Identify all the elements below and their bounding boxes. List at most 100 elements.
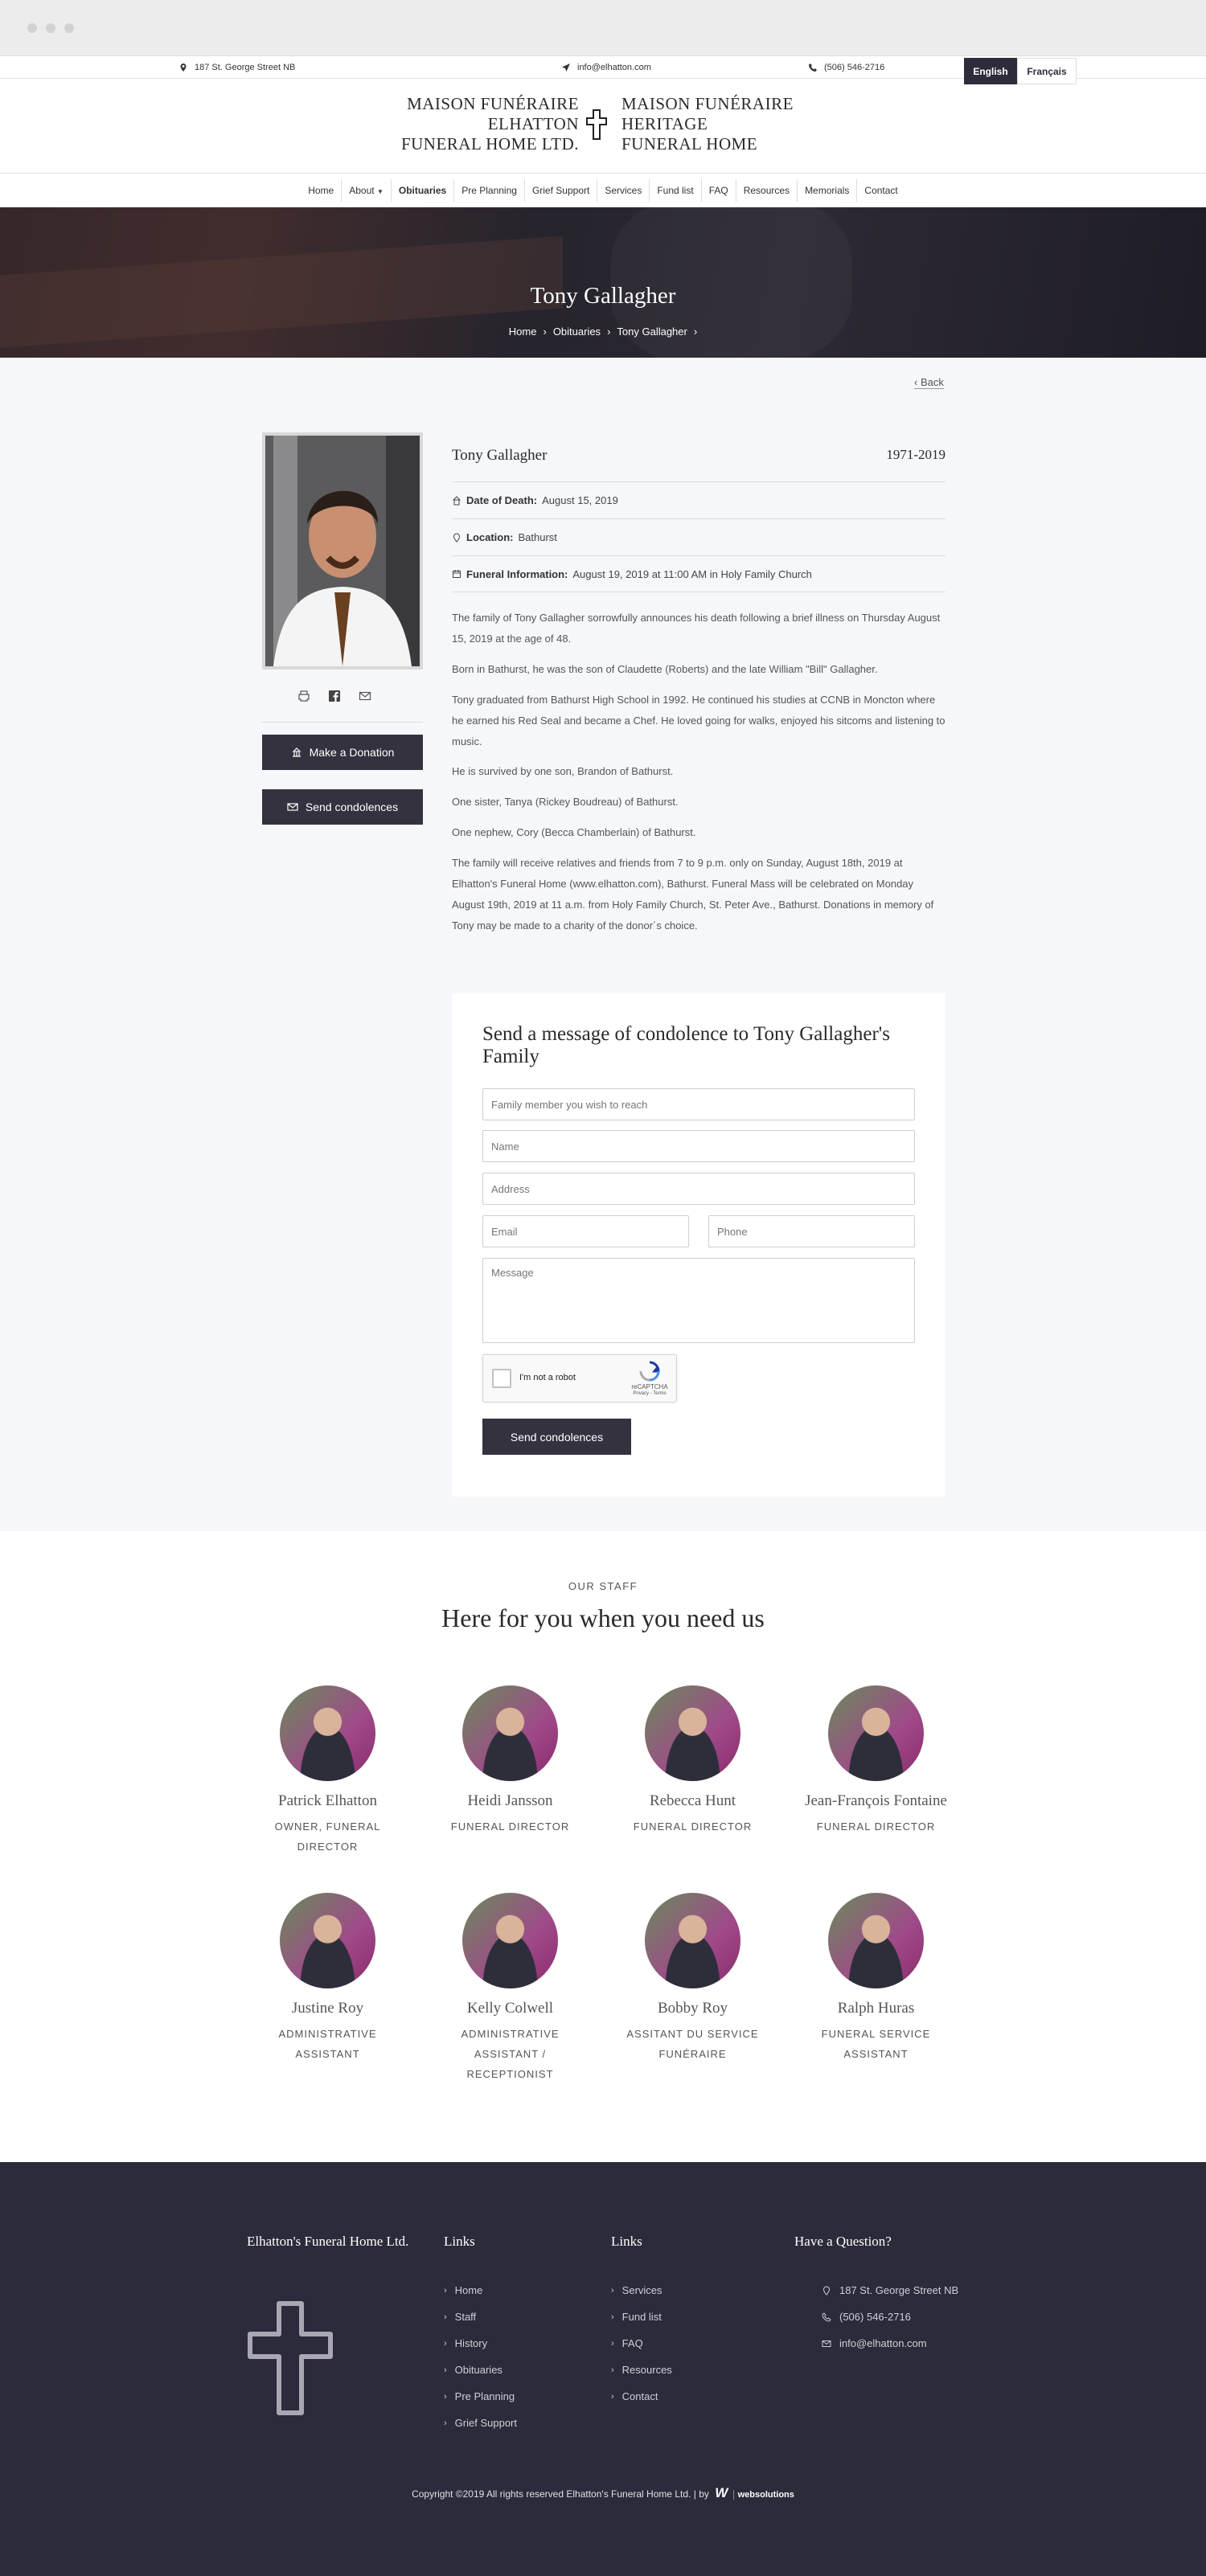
topbar-email-text: info@elhatton.com xyxy=(577,63,651,72)
footer-link-home[interactable]: › Home xyxy=(444,2277,517,2304)
staff-card[interactable]: Heidi Jansson FUNERAL DIRECTOR xyxy=(419,1685,601,1837)
name-input[interactable] xyxy=(482,1130,915,1162)
email-input[interactable] xyxy=(482,1215,689,1247)
staff-card[interactable]: Rebecca Hunt FUNERAL DIRECTOR xyxy=(601,1685,784,1837)
staff-card[interactable]: Jean-François Fontaine FUNERAL DIRECTOR xyxy=(785,1685,967,1837)
staff-role-line: FUNÉRAIRE xyxy=(658,2048,727,2060)
nav-faq[interactable]: FAQ xyxy=(700,178,736,202)
nav-about[interactable]: About ▼ xyxy=(341,178,391,202)
breadcrumb-home[interactable]: Home xyxy=(509,326,537,338)
footer-link-faq[interactable]: › FAQ xyxy=(611,2330,672,2357)
obituary-photo xyxy=(262,432,423,670)
funeral-info-label: Funeral Information: xyxy=(466,567,568,580)
nav-fund-list[interactable]: Fund list xyxy=(649,178,700,202)
staff-card[interactable]: Ralph Huras FUNERAL SERVICE ASSISTANT xyxy=(785,1893,967,2064)
logo-line: MAISON FUNÉRAIRE xyxy=(621,94,794,113)
footer-link-label: Fund list xyxy=(621,2311,662,2323)
staff-role-line: DIRECTOR xyxy=(297,1841,359,1853)
recaptcha-links[interactable]: Privacy - Terms xyxy=(628,1391,671,1396)
print-icon[interactable] xyxy=(297,690,310,702)
staff-role: FUNERAL SERVICE ASSISTANT xyxy=(785,2024,967,2064)
staff-role-line: ADMINISTRATIVE xyxy=(278,2028,377,2040)
staff-card[interactable]: Kelly Colwell ADMINISTRATIVE ASSISTANT / RE… xyxy=(419,1893,601,2084)
chevron-right-icon: › xyxy=(693,326,698,338)
footer-email[interactable]: info@elhatton.com xyxy=(822,2330,958,2357)
phone-input[interactable] xyxy=(708,1215,915,1247)
send-condolences-sidebar-button[interactable]: Send condolences xyxy=(262,789,423,825)
chevron-right-icon: › xyxy=(444,2418,447,2428)
condolence-form-title: Send a message of condolence to Tony Gal… xyxy=(482,1023,891,1067)
staff-card[interactable]: Justine Roy ADMINISTRATIVE ASSISTANT xyxy=(236,1893,419,2064)
footer-link-label: Pre Planning xyxy=(454,2390,515,2402)
staff-role-line: ASSITANT DU SERVICE xyxy=(626,2028,759,2040)
staff-avatar xyxy=(462,1893,558,1988)
staff-avatar xyxy=(828,1685,924,1781)
location-value: Bathurst xyxy=(518,531,557,543)
facebook-icon[interactable] xyxy=(328,690,341,702)
chevron-right-icon: › xyxy=(611,2391,614,2402)
footer-phone-text: (506) 546-2716 xyxy=(839,2311,911,2323)
logo-line: FUNERAL HOME xyxy=(621,134,758,154)
staff-name: Kelly Colwell xyxy=(466,2000,554,2017)
footer-link-obituaries[interactable]: › Obituaries xyxy=(444,2357,517,2383)
map-marker-icon xyxy=(822,2285,831,2295)
window-dot xyxy=(46,23,55,33)
envelope-icon xyxy=(287,803,298,811)
topbar-email[interactable]: info@elhatton.com xyxy=(561,56,651,79)
credit-text[interactable]: websolutions xyxy=(732,2490,794,2500)
staff-card[interactable]: Bobby Roy ASSITANT DU SERVICE FUNÉRAIRE xyxy=(601,1893,784,2064)
footer-link-fund-list[interactable]: › Fund list xyxy=(611,2304,672,2330)
envelope-icon[interactable] xyxy=(359,690,371,702)
footer-link-services[interactable]: › Services xyxy=(611,2277,672,2304)
nav-resources[interactable]: Resources xyxy=(735,178,797,202)
nav-contact[interactable]: Contact xyxy=(856,178,904,202)
footer-link-contact[interactable]: › Contact xyxy=(611,2383,672,2410)
recaptcha-checkbox[interactable] xyxy=(492,1369,511,1388)
footer-link-pre-planning[interactable]: › Pre Planning xyxy=(444,2383,517,2410)
recaptcha-brand: reCAPTCHA xyxy=(631,1383,668,1390)
caret-down-icon: ▼ xyxy=(376,187,384,195)
topbar-phone[interactable]: (506) 546-2716 xyxy=(808,56,884,79)
websolutions-logo-icon[interactable]: W xyxy=(715,2485,728,2500)
staff-card[interactable]: Patrick Elhatton OWNER, FUNERAL DIRECTOR xyxy=(236,1685,419,1857)
nav-home[interactable]: Home xyxy=(301,179,341,202)
breadcrumb: Home › Obituaries › Tony Gallagher › xyxy=(0,326,1206,338)
nav-obituaries[interactable]: Obituaries xyxy=(390,178,453,202)
breadcrumb-obituaries[interactable]: Obituaries xyxy=(553,326,601,338)
address-input[interactable] xyxy=(482,1173,915,1205)
nav-memorials[interactable]: Memorials xyxy=(797,178,856,202)
footer-link-staff[interactable]: › Staff xyxy=(444,2304,517,2330)
staff-role-line: FUNERAL DIRECTOR xyxy=(450,1820,570,1833)
footer-cross-icon xyxy=(248,2301,333,2415)
footer-link-grief-support[interactable]: › Grief Support xyxy=(444,2410,517,2436)
send-condolences-button[interactable]: Send condolences xyxy=(482,1419,631,1455)
logo-line: MAISON FUNÉRAIRE xyxy=(407,94,579,113)
footer-question-title: Have a Question? xyxy=(794,2234,892,2249)
chevron-right-icon: › xyxy=(444,2365,447,2375)
staff-role-line: RECEPTIONIST xyxy=(466,2068,554,2080)
footer-phone[interactable]: (506) 546-2716 xyxy=(822,2304,958,2330)
footer-link-history[interactable]: › History xyxy=(444,2330,517,2357)
recaptcha-logo-icon xyxy=(639,1361,660,1382)
nav-grief-support[interactable]: Grief Support xyxy=(523,178,597,202)
make-donation-button[interactable]: Make a Donation xyxy=(262,735,423,770)
date-of-death-row: Date of Death: August 15, 2019 xyxy=(452,481,946,518)
nav-services[interactable]: Services xyxy=(597,178,649,202)
staff-avatar xyxy=(462,1685,558,1781)
back-link[interactable]: ‹ Back xyxy=(914,376,944,389)
nav-pre-planning[interactable]: Pre Planning xyxy=(453,178,524,202)
footer-link-label: Services xyxy=(621,2284,662,2296)
footer-address-text: 187 St. George Street NB xyxy=(839,2284,959,2296)
funeral-info-value: August 19, 2019 at 11:00 AM in Holy Fami… xyxy=(572,567,812,580)
staff-role: ASSITANT DU SERVICE FUNÉRAIRE xyxy=(601,2024,784,2064)
staff-avatar xyxy=(645,1685,740,1781)
family-member-input[interactable] xyxy=(482,1088,915,1120)
send-condolences-label: Send condolences xyxy=(305,801,399,813)
obituary-paragraph: One sister, Tanya (Rickey Boudreau) of B… xyxy=(452,796,679,808)
message-textarea[interactable] xyxy=(482,1258,915,1343)
footer-link-label: Contact xyxy=(621,2390,658,2402)
map-marker-icon xyxy=(180,63,187,72)
site-header-logo[interactable]: MAISON FUNÉRAIRE ELHATTON FUNERAL HOME L… xyxy=(0,79,1206,174)
paper-plane-icon xyxy=(562,63,570,72)
footer-link-resources[interactable]: › Resources xyxy=(611,2357,672,2383)
